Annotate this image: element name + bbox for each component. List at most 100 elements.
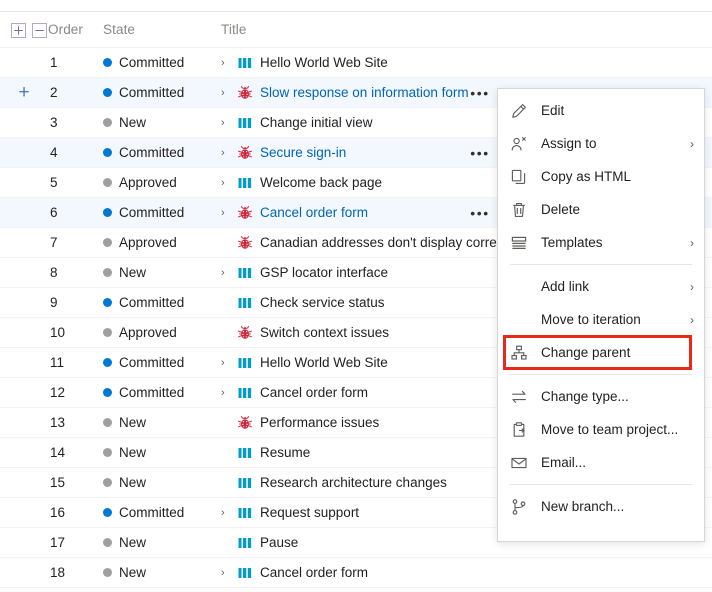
menu-item-email[interactable]: Email...› [498, 446, 704, 479]
menu-item-move-to-iteration[interactable]: Move to iteration › [498, 303, 704, 336]
menu-item-templates[interactable]: Templates › [498, 226, 704, 259]
work-item-title[interactable]: Secure sign-in [260, 145, 346, 160]
menu-item-change-type[interactable]: Change type...› [498, 380, 704, 413]
cell-order: 9 [48, 288, 92, 317]
cell-state: Approved [103, 228, 213, 257]
collapse-all-button[interactable] [32, 23, 47, 38]
cell-order: 13 [48, 408, 92, 437]
work-item-title[interactable]: Cancel order form [260, 385, 368, 400]
work-item-title[interactable]: Research architecture changes [260, 475, 447, 490]
row-chevron-icon[interactable]: › [221, 507, 233, 519]
hierarchy-icon [511, 345, 527, 360]
cell-order: 3 [48, 108, 92, 137]
cell-state: Approved [103, 318, 213, 347]
order-value: 14 [50, 445, 66, 460]
status-dot [103, 418, 112, 427]
order-value: 1 [50, 55, 58, 70]
cell-order: 14 [48, 438, 92, 467]
column-header-title-label: Title [221, 22, 247, 37]
cell-order: 18 [48, 558, 92, 587]
work-item-title[interactable]: Check service status [260, 295, 385, 310]
cell-state: Committed [103, 498, 213, 527]
order-value: 6 [50, 205, 58, 220]
cell-order: 8 [48, 258, 92, 287]
state-value: Approved [119, 235, 177, 250]
cell-order: 4 [48, 138, 92, 167]
state-value: Committed [119, 55, 185, 70]
work-item-title[interactable]: Hello World Web Site [260, 55, 388, 70]
work-item-title[interactable]: Performance issues [260, 415, 379, 430]
expand-all-button[interactable] [11, 23, 26, 38]
table-row[interactable]: 18 New › Cancel order form [0, 558, 712, 588]
envelope-icon [511, 457, 527, 468]
cell-state: Committed [103, 138, 213, 167]
table-row[interactable]: 1 Committed › Hello World Web Site [0, 48, 712, 78]
menu-item-add-link[interactable]: Add link › [498, 270, 704, 303]
status-dot [103, 388, 112, 397]
work-item-title[interactable]: Hello World Web Site [260, 355, 388, 370]
row-chevron-icon[interactable]: › [221, 267, 233, 279]
row-expand-button[interactable]: + [12, 78, 36, 107]
state-value: New [119, 475, 147, 490]
work-item-title[interactable]: Cancel order form [260, 205, 368, 220]
work-item-title[interactable]: Switch context issues [260, 325, 389, 340]
story-icon [238, 387, 252, 398]
menu-item-copy-as-html[interactable]: Copy as HTML› [498, 160, 704, 193]
row-chevron-icon[interactable]: › [221, 87, 233, 99]
row-chevron-icon[interactable]: › [221, 357, 233, 369]
row-chevron-icon[interactable]: › [221, 567, 233, 579]
cell-order: 7 [48, 228, 92, 257]
state-value: Committed [119, 85, 185, 100]
work-item-title[interactable]: Resume [260, 445, 310, 460]
state-value: Committed [119, 295, 185, 310]
work-item-title[interactable]: GSP locator interface [260, 265, 388, 280]
row-chevron-icon[interactable]: › [221, 147, 233, 159]
state-value: New [119, 565, 147, 580]
menu-item-label: Change parent [541, 345, 631, 360]
work-items-backlog-screen: Order State Title 1 Committed › Hello World… [0, 0, 712, 592]
pencil-icon [512, 103, 526, 118]
trash-icon [513, 202, 525, 217]
work-item-title[interactable]: Change initial view [260, 115, 373, 130]
menu-item-edit[interactable]: Edit› [498, 94, 704, 127]
state-value: Approved [119, 325, 177, 340]
work-item-title[interactable]: Canadian addresses don't display correct… [260, 235, 517, 250]
column-header-order[interactable]: Order [48, 12, 92, 47]
order-value: 11 [50, 355, 65, 370]
menu-item-delete[interactable]: Delete› [498, 193, 704, 226]
status-dot [103, 478, 112, 487]
work-item-title[interactable]: Welcome back page [260, 175, 382, 190]
work-item-title[interactable]: Request support [260, 505, 359, 520]
work-item-title[interactable]: Slow response on information form [260, 85, 469, 100]
row-more-actions-button[interactable]: ••• [466, 138, 494, 167]
cell-state: New [103, 258, 213, 287]
menu-item-assign-to[interactable]: Assign to › [498, 127, 704, 160]
cell-order: 10 [48, 318, 92, 347]
menu-item-new-branch[interactable]: New branch...› [498, 490, 704, 523]
column-header-state[interactable]: State [103, 12, 213, 47]
cell-state: New [103, 438, 213, 467]
row-chevron-icon[interactable]: › [221, 177, 233, 189]
chevron-right-icon: › [690, 235, 694, 250]
row-chevron-icon[interactable]: › [221, 387, 233, 399]
state-value: Committed [119, 145, 185, 160]
menu-item-change-parent[interactable]: Change parent› [498, 335, 704, 370]
row-chevron-icon[interactable]: › [221, 57, 233, 69]
story-icon [238, 267, 252, 278]
row-chevron-icon[interactable]: › [221, 117, 233, 129]
row-more-actions-button[interactable]: ••• [466, 78, 494, 107]
row-more-actions-button[interactable]: ••• [466, 198, 494, 227]
minus-icon [35, 29, 44, 32]
menu-separator [510, 374, 692, 375]
story-icon [238, 117, 252, 128]
work-item-title[interactable]: Cancel order form [260, 565, 368, 580]
column-header-title[interactable]: Title [221, 12, 701, 47]
status-dot [103, 538, 112, 547]
menu-item-move-to-team-project[interactable]: Move to team project...› [498, 413, 704, 446]
state-value: New [119, 265, 147, 280]
cell-state: New [103, 408, 213, 437]
chevron-right-icon: › [690, 279, 694, 294]
status-dot [103, 148, 112, 157]
row-chevron-icon[interactable]: › [221, 207, 233, 219]
work-item-title[interactable]: Pause [260, 535, 298, 550]
